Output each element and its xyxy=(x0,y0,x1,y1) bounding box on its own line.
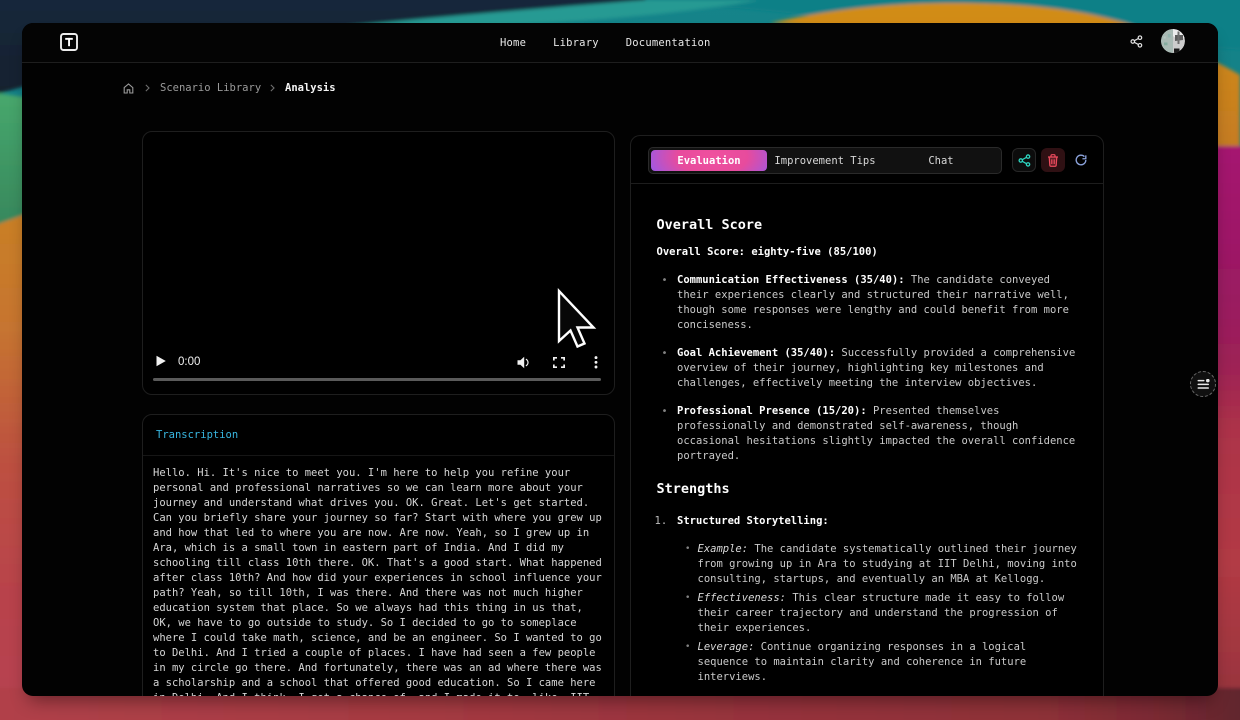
list-item: Effectiveness: This clear structure made… xyxy=(677,591,1078,636)
breadcrumb-current: Analysis xyxy=(285,82,336,94)
feedback-widget-button[interactable] xyxy=(1190,371,1216,397)
overflow-menu-icon[interactable] xyxy=(594,356,598,369)
refresh-button[interactable] xyxy=(1069,148,1093,172)
analysis-card: Evaluation Improvement Tips Chat xyxy=(630,135,1104,696)
tab-chat[interactable]: Chat xyxy=(883,150,999,171)
breadcrumb-separator-icon xyxy=(270,84,275,92)
list-item: Goal Achievement (35/40): Successfully p… xyxy=(657,346,1084,391)
strengths-heading: Strengths xyxy=(657,481,1084,497)
video-player[interactable]: 0:00 xyxy=(142,131,615,395)
breadcrumb: Scenario Library Analysis xyxy=(22,64,1218,104)
navbar: T Home Library Documentation xyxy=(22,23,1218,63)
list-item: Leverage: Continue organizing responses … xyxy=(677,640,1078,685)
breadcrumb-parent[interactable]: Scenario Library xyxy=(160,82,261,94)
analysis-content: Overall Score Overall Score: eighty-five… xyxy=(657,184,1084,689)
strength-bullet-list: Example: The candidate systematically ou… xyxy=(677,542,1084,685)
nav-link-home[interactable]: Home xyxy=(500,37,526,49)
list-item: Professional Presence (15/20): Presented… xyxy=(657,404,1084,464)
user-avatar[interactable] xyxy=(1161,29,1185,53)
analysis-tabs: Evaluation Improvement Tips Chat xyxy=(648,147,1002,174)
nav-links: Home Library Documentation xyxy=(500,23,711,63)
list-item: Example: The candidate systematically ou… xyxy=(677,542,1078,587)
tab-evaluation[interactable]: Evaluation xyxy=(651,150,767,171)
fullscreen-icon[interactable] xyxy=(553,357,565,368)
share-analysis-button[interactable] xyxy=(1012,148,1036,172)
divider xyxy=(143,455,614,456)
play-icon[interactable] xyxy=(155,355,167,367)
delete-button[interactable] xyxy=(1041,148,1065,172)
video-time: 0:00 xyxy=(178,356,200,368)
volume-icon[interactable] xyxy=(517,356,531,369)
transcription-card: Transcription Hello. Hi. It's nice to me… xyxy=(142,414,615,696)
nav-link-documentation[interactable]: Documentation xyxy=(626,37,711,49)
video-progress-bar[interactable] xyxy=(153,378,601,381)
breadcrumb-home-icon[interactable] xyxy=(123,83,134,94)
app-logo[interactable]: T xyxy=(60,33,78,51)
breadcrumb-separator-icon xyxy=(145,84,150,92)
share-icon[interactable] xyxy=(1124,30,1148,54)
score-bullet-list: Communication Effectiveness (35/40): The… xyxy=(657,273,1084,464)
transcription-title: Transcription xyxy=(156,429,238,441)
tab-improvement-tips[interactable]: Improvement Tips xyxy=(767,150,883,171)
overall-score-heading: Overall Score xyxy=(657,217,1084,233)
transcription-text: Hello. Hi. It's nice to meet you. I'm he… xyxy=(153,466,605,696)
nav-link-library[interactable]: Library xyxy=(553,37,599,49)
list-item: Communication Effectiveness (35/40): The… xyxy=(657,273,1084,333)
analysis-header: Evaluation Improvement Tips Chat xyxy=(631,136,1103,184)
strengths-item: 1.Structured Storytelling: xyxy=(655,514,1084,529)
overall-score-line: Overall Score: eighty-five (85/100) xyxy=(657,245,1084,260)
app-window: T Home Library Documentation xyxy=(22,23,1218,696)
mouse-cursor xyxy=(553,288,601,356)
